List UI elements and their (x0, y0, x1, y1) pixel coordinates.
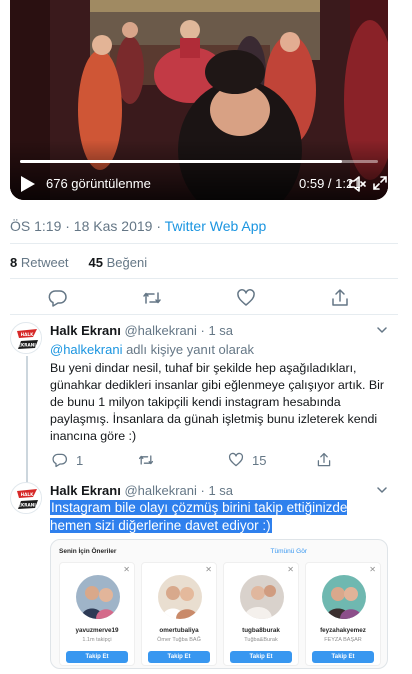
author-name[interactable]: Halk Ekranı (50, 323, 121, 338)
tweet-date: ÖS 1:19 · 18 Kas 2019 · (10, 218, 165, 234)
selected-text[interactable]: Instagram bile olayı çözmüş birini takip… (50, 500, 348, 533)
suggestion-subtitle: FEYZA BAŞAR (324, 637, 362, 643)
fullscreen-icon[interactable] (372, 175, 388, 191)
video-progress-fill (20, 160, 343, 163)
reply-icon (52, 453, 67, 468)
author-handle: @halkekrani · 1 sa (120, 483, 234, 498)
retweet-icon[interactable] (142, 288, 162, 308)
profile-photo (322, 575, 366, 619)
halk-ekrani-logo: HALK EKRANI (12, 324, 41, 353)
suggestion-subtitle: Tuğba&Burak (244, 637, 278, 643)
avatar[interactable]: HALK EKRANI (10, 322, 42, 354)
view-count: 676 görüntülenme (46, 176, 151, 191)
logo-text: EKRANI (18, 503, 36, 508)
tweet-stats: 8 Retweet 45 Beğeni (10, 255, 147, 270)
video-progress-bar[interactable] (20, 160, 378, 163)
see-all-link[interactable]: Tümünü Gör (271, 548, 308, 555)
divider (10, 314, 398, 315)
reply-text: Bu yeni dindar nesil, tuhaf bir şekilde … (50, 361, 385, 443)
reply-text: Instagram bile olayı çözmüş birini takip… (50, 499, 390, 535)
tweet-timestamp: ÖS 1:19 · 18 Kas 2019 · Twitter Web App (10, 218, 266, 234)
logo-text: HALK (21, 332, 34, 337)
suggestions-title: Senin İçin Öneriler (59, 548, 117, 555)
chevron-down-icon[interactable] (376, 484, 388, 496)
retweet-icon (138, 455, 154, 465)
logo-text: EKRANI (18, 343, 36, 348)
suggestion-username[interactable]: omertubaliya (142, 627, 216, 634)
suggestion-card[interactable]: ✕ yavuzmerve19 1.1m takipçi Takip Et (59, 562, 135, 666)
chevron-down-icon[interactable] (376, 324, 388, 336)
reply-icon[interactable] (48, 288, 68, 308)
like-count[interactable]: 45 (89, 255, 103, 270)
like-count: 15 (252, 452, 267, 468)
like-label[interactable]: Beğeni (103, 255, 147, 270)
author-name[interactable]: Halk Ekranı (50, 483, 121, 498)
play-icon[interactable] (20, 175, 36, 193)
close-icon[interactable]: ✕ (369, 565, 376, 574)
like-action[interactable]: 15 (228, 452, 266, 468)
video-player[interactable]: 676 görüntülenme 0:59 / 1:21 (10, 0, 388, 200)
reply-author[interactable]: Halk Ekranı @halkekrani · 1 sa (50, 483, 233, 498)
suggestion-username[interactable]: yavuzmerve19 (60, 627, 134, 634)
reply-action[interactable]: 1 (52, 452, 83, 468)
close-icon[interactable]: ✕ (205, 565, 212, 574)
divider (10, 243, 398, 244)
follow-button[interactable]: Takip Et (66, 651, 128, 663)
follow-button[interactable]: Takip Et (230, 651, 292, 663)
halk-ekrani-logo: HALK EKRANI (12, 484, 41, 513)
follow-button[interactable]: Takip Et (148, 651, 210, 663)
reply-author[interactable]: Halk Ekranı @halkekrani · 1 sa (50, 323, 233, 338)
author-handle: @halkekrani · 1 sa (120, 323, 234, 338)
reply-to-suffix: adlı kişiye yanıt olarak (122, 342, 254, 357)
share-icon[interactable] (330, 288, 350, 308)
suggestion-subtitle: Ömer Tuğba BAĞ (157, 637, 201, 643)
close-icon[interactable]: ✕ (287, 565, 294, 574)
profile-photo (158, 575, 202, 619)
suggestion-card[interactable]: ✕ feyzahakyemez FEYZA BAŞAR Takip Et (305, 562, 381, 666)
profile-photo (240, 575, 284, 619)
share-action[interactable] (316, 452, 340, 468)
suggestion-card[interactable]: ✕ omertubaliya Ömer Tuğba BAĞ Takip Et (141, 562, 217, 666)
follow-button[interactable]: Takip Et (312, 651, 374, 663)
divider (10, 278, 398, 279)
share-icon (317, 452, 331, 467)
suggestion-card[interactable]: ✕ tugba8burak Tuğba&Burak Takip Et (223, 562, 299, 666)
tweet-source-link[interactable]: Twitter Web App (165, 218, 267, 234)
embedded-image[interactable]: Senin İçin Öneriler Tümünü Gör ✕ yavuzme… (50, 539, 388, 669)
avatar[interactable]: HALK EKRANI (10, 482, 42, 514)
like-icon[interactable] (236, 288, 256, 308)
close-icon[interactable]: ✕ (123, 565, 130, 574)
retweet-action[interactable] (138, 452, 162, 468)
thread-line (26, 356, 28, 484)
profile-photo (76, 575, 120, 619)
volume-icon[interactable] (348, 175, 366, 193)
video-controls-shade (10, 140, 388, 200)
like-icon (228, 452, 244, 467)
reply-to-mention[interactable]: @halkekrani (50, 342, 122, 357)
replying-to: @halkekrani adlı kişiye yanıt olarak (50, 342, 254, 357)
logo-text: HALK (21, 492, 34, 497)
tweet-actions (0, 288, 412, 308)
retweet-label[interactable]: Retweet (17, 255, 69, 270)
suggestion-username[interactable]: tugba8burak (224, 627, 298, 634)
reply-count: 1 (76, 452, 84, 468)
suggestion-subtitle: 1.1m takipçi (82, 637, 112, 643)
suggestion-username[interactable]: feyzahakyemez (306, 627, 380, 634)
